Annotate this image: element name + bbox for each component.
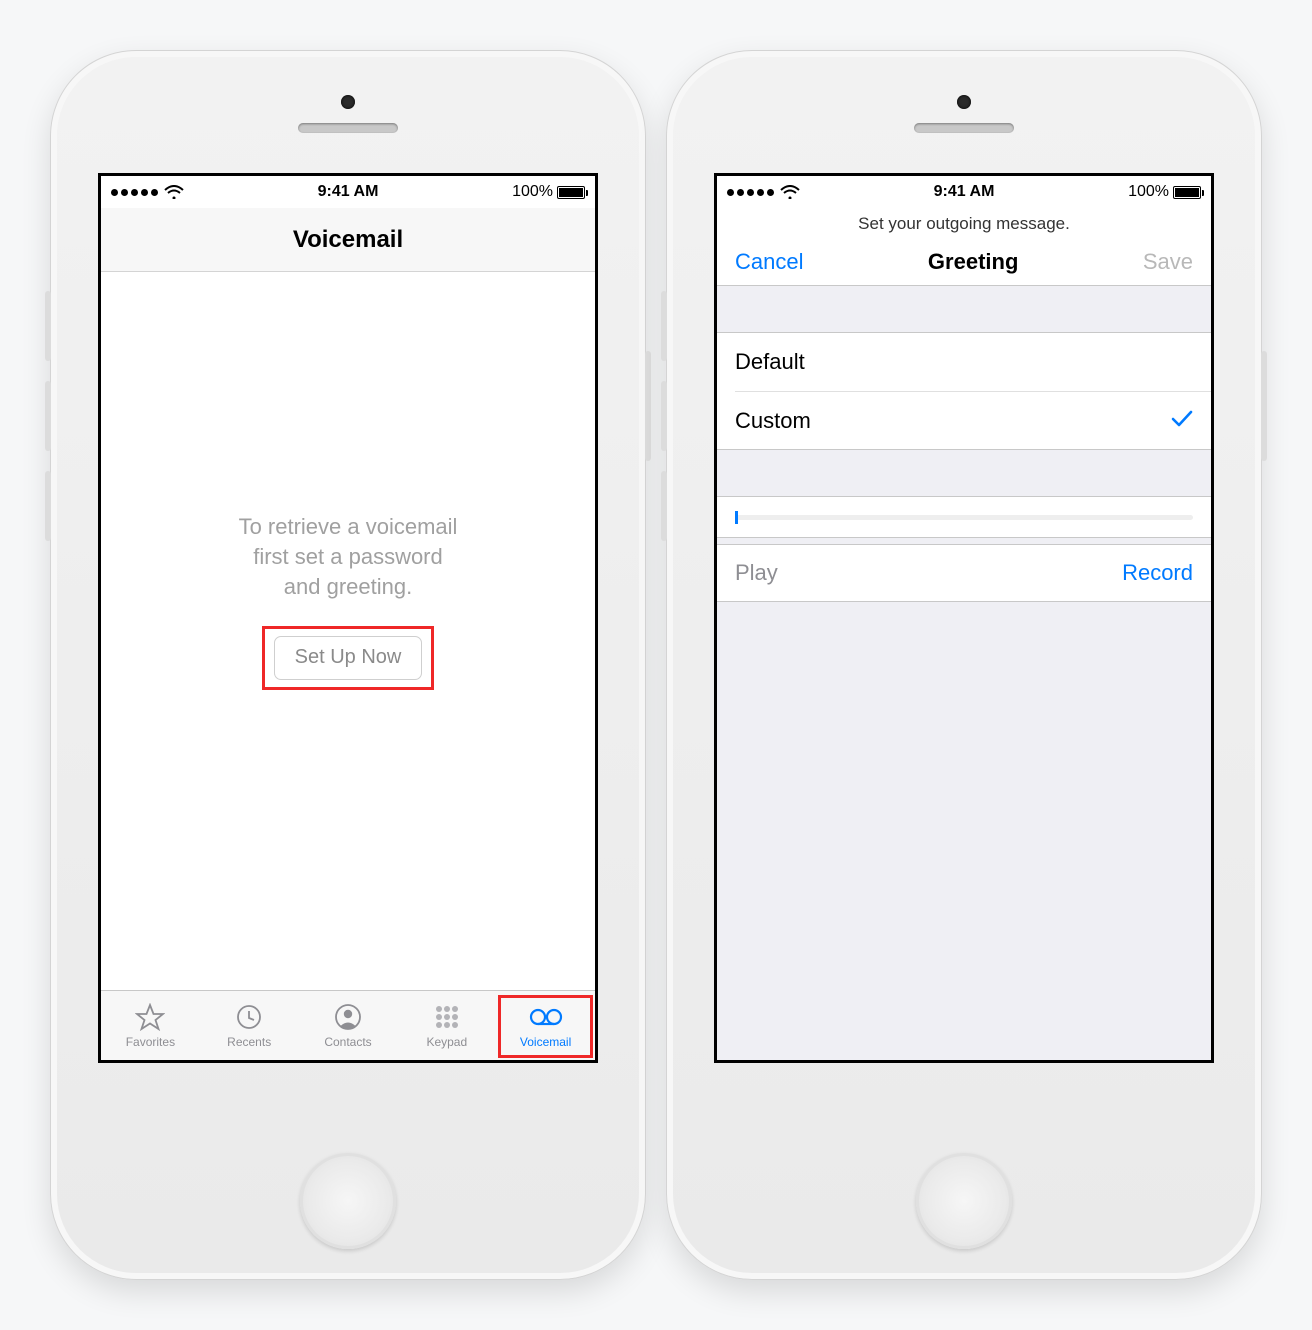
greeting-title: Greeting xyxy=(928,249,1018,275)
tab-label: Voicemail xyxy=(520,1035,571,1049)
front-camera-icon xyxy=(957,95,971,109)
recording-progress[interactable] xyxy=(717,496,1211,538)
earpiece-speaker-icon xyxy=(298,123,398,133)
tab-label: Favorites xyxy=(126,1035,175,1049)
star-icon xyxy=(135,1002,165,1032)
front-camera-icon xyxy=(341,95,355,109)
tab-recents[interactable]: Recents xyxy=(200,991,299,1060)
greeting-options-list: Default Custom xyxy=(717,332,1211,450)
voicemail-instruction-line: and greeting. xyxy=(239,572,458,602)
record-button[interactable]: Record xyxy=(1122,560,1193,586)
wifi-icon xyxy=(780,185,800,199)
checkmark-icon xyxy=(1171,408,1193,434)
clock-icon xyxy=(235,1002,263,1032)
progress-track xyxy=(735,515,1193,520)
option-label: Custom xyxy=(735,408,811,434)
tab-voicemail[interactable]: Voicemail xyxy=(496,991,595,1060)
voicemail-instruction-line: first set a password xyxy=(239,542,458,572)
greeting-body: Default Custom Play xyxy=(717,286,1211,1060)
play-button[interactable]: Play xyxy=(735,560,778,586)
tab-label: Recents xyxy=(227,1035,271,1049)
screen-greeting: 9:41 AM 100% Set your outgoing message. … xyxy=(714,173,1214,1063)
greeting-nav: Cancel Greeting Save xyxy=(717,238,1211,286)
phone-hardware-top xyxy=(298,95,398,133)
tab-label: Keypad xyxy=(426,1035,467,1049)
person-icon xyxy=(334,1002,362,1032)
status-bar: 9:41 AM 100% xyxy=(717,176,1211,208)
earpiece-speaker-icon xyxy=(914,123,1014,133)
option-label: Default xyxy=(735,349,805,375)
cellular-signal-icon xyxy=(111,189,158,196)
iphone-device-right: 9:41 AM 100% Set your outgoing message. … xyxy=(666,50,1262,1280)
battery-icon xyxy=(557,186,585,199)
cellular-signal-icon xyxy=(727,189,774,196)
option-custom[interactable]: Custom xyxy=(735,391,1211,449)
battery-percent: 100% xyxy=(512,183,553,201)
battery-icon xyxy=(1173,186,1201,199)
voicemail-icon xyxy=(529,1002,563,1032)
tab-keypad[interactable]: Keypad xyxy=(397,991,496,1060)
phone-hardware-top xyxy=(914,95,1014,133)
home-button[interactable] xyxy=(916,1153,1012,1249)
tab-bar: Favorites Recents Contacts xyxy=(101,990,595,1060)
nav-title: Voicemail xyxy=(293,226,403,254)
setup-now-button[interactable]: Set Up Now xyxy=(274,636,423,680)
home-button[interactable] xyxy=(300,1153,396,1249)
status-time: 9:41 AM xyxy=(318,183,379,201)
iphone-device-left: 9:41 AM 100% Voicemail To retrieve a voi… xyxy=(50,50,646,1280)
save-button[interactable]: Save xyxy=(1143,249,1193,275)
tab-contacts[interactable]: Contacts xyxy=(299,991,398,1060)
play-record-row: Play Record xyxy=(717,544,1211,602)
voicemail-instruction: To retrieve a voicemail first set a pass… xyxy=(239,512,458,601)
setup-button-callout: Set Up Now xyxy=(262,626,435,690)
voicemail-body: To retrieve a voicemail first set a pass… xyxy=(101,272,595,990)
tab-favorites[interactable]: Favorites xyxy=(101,991,200,1060)
option-default[interactable]: Default xyxy=(717,333,1211,391)
battery-percent: 100% xyxy=(1128,183,1169,201)
screen-voicemail: 9:41 AM 100% Voicemail To retrieve a voi… xyxy=(98,173,598,1063)
tab-label: Contacts xyxy=(324,1035,371,1049)
status-bar: 9:41 AM 100% xyxy=(101,176,595,208)
wifi-icon xyxy=(164,185,184,199)
keypad-icon xyxy=(433,1002,461,1032)
cancel-button[interactable]: Cancel xyxy=(735,249,803,275)
status-time: 9:41 AM xyxy=(934,183,995,201)
voicemail-instruction-line: To retrieve a voicemail xyxy=(239,512,458,542)
greeting-prompt: Set your outgoing message. xyxy=(717,208,1211,238)
two-phone-stage: 9:41 AM 100% Voicemail To retrieve a voi… xyxy=(0,0,1312,1330)
nav-bar: Voicemail xyxy=(101,208,595,272)
